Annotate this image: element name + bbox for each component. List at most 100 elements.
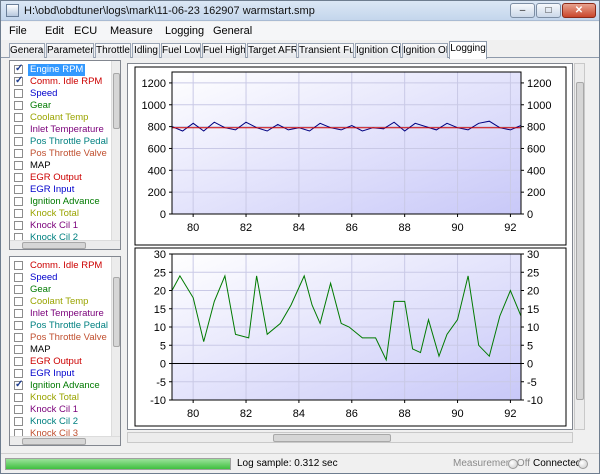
tab-logging[interactable]: Logging (449, 41, 487, 59)
channel-checkbox[interactable] (14, 113, 23, 122)
channel-top-item[interactable]: Engine RPM (12, 63, 110, 76)
channel-list-top[interactable]: Engine RPMComm. Idle RPMSpeedGearCoolant… (9, 60, 121, 250)
channel-checkbox[interactable] (14, 273, 23, 282)
tab-target-afr[interactable]: Target AFR (247, 43, 297, 58)
chart-vscroll-thumb[interactable] (576, 82, 584, 400)
channel-list-top-hscroll[interactable] (10, 240, 120, 249)
channel-bottom-item[interactable]: Comm. Idle RPM (12, 260, 110, 272)
channel-bottom-item[interactable]: Speed (12, 272, 110, 284)
channel-checkbox[interactable] (14, 89, 23, 98)
channel-top-item[interactable]: EGR Output (12, 172, 110, 184)
channel-bottom-item[interactable]: Gear (12, 284, 110, 296)
channel-checkbox[interactable] (14, 297, 23, 306)
channel-bottom-item[interactable]: Pos Throttle Valve (12, 332, 110, 344)
channel-bottom-item[interactable]: Pos Throttle Pedal (12, 320, 110, 332)
channel-label: Pos Throttle Valve (30, 332, 107, 343)
maximize-button[interactable]: □ (536, 3, 561, 18)
channel-list-bottom-vscroll-thumb[interactable] (113, 277, 120, 347)
channel-label: Knock Cil 1 (30, 220, 79, 231)
menu-logging[interactable]: Logging (165, 25, 204, 37)
channel-top-item[interactable]: MAP (12, 160, 110, 172)
channel-checkbox[interactable] (14, 417, 23, 426)
channel-checkbox[interactable] (14, 173, 23, 182)
channel-checkbox[interactable] (14, 75, 23, 87)
channel-top-item[interactable]: Comm. Idle RPM (12, 75, 110, 88)
channel-bottom-item[interactable]: Knock Cil 2 (12, 416, 110, 428)
menu-file[interactable]: File (9, 25, 27, 37)
chart-hscroll[interactable] (127, 432, 573, 443)
tab-ignition-cl[interactable]: Ignition CL (355, 43, 401, 58)
channel-top-item[interactable]: Knock Total (12, 208, 110, 220)
tab-idling[interactable]: Idling (132, 43, 160, 58)
tab-fuel-high[interactable]: Fuel High (202, 43, 246, 58)
minimize-button[interactable]: – (510, 3, 535, 18)
tab-throttle[interactable]: Throttle (95, 43, 131, 58)
channel-checkbox[interactable] (14, 405, 23, 414)
channel-list-bottom-hscroll[interactable] (10, 436, 120, 445)
channel-top-item[interactable]: Pos Throttle Pedal (12, 136, 110, 148)
channel-bottom-item[interactable]: Inlet Temperature (12, 308, 110, 320)
channel-bottom-item[interactable]: Coolant Temp (12, 296, 110, 308)
channel-label: Pos Throttle Valve (30, 148, 107, 159)
channel-checkbox[interactable] (14, 285, 23, 294)
channel-list-bottom[interactable]: Comm. Idle RPM Speed Gear Coolant Temp Inlet… (9, 256, 121, 446)
channel-bottom-item[interactable]: Ignition Advance (12, 379, 110, 392)
tab-fuel-low[interactable]: Fuel Low (161, 43, 201, 58)
channel-checkbox[interactable] (14, 209, 23, 218)
title-bar[interactable]: H:\obd\obdtuner\logs\mark\11-06-23 16290… (1, 1, 599, 21)
menu-edit[interactable]: Edit (45, 25, 64, 37)
channel-top-item[interactable]: Pos Throttle Valve (12, 148, 110, 160)
charts-canvas[interactable]: 0 0200 200400 400600 600800 8001000 10001200 12… (128, 64, 572, 429)
channel-checkbox[interactable] (14, 125, 23, 134)
channel-bottom-item[interactable]: MAP (12, 344, 110, 356)
menu-ecu[interactable]: ECU (74, 25, 97, 37)
channel-list-bottom-hscroll-thumb[interactable] (22, 438, 86, 445)
channel-bottom-item[interactable]: EGR Input (12, 368, 110, 380)
tab-parameters[interactable]: Parameters (46, 43, 94, 58)
channel-checkbox[interactable] (14, 357, 23, 366)
channel-bottom-item[interactable]: Knock Cil 1 (12, 404, 110, 416)
tab-general[interactable]: General (9, 43, 45, 58)
channel-list-top-vscroll[interactable] (111, 61, 120, 240)
channel-bottom-item[interactable]: Knock Total (12, 392, 110, 404)
channel-checkbox[interactable] (14, 149, 23, 158)
menu-general[interactable]: General (213, 25, 252, 37)
channel-top-item[interactable]: Ignition Advance (12, 196, 110, 208)
channel-label: MAP (30, 160, 51, 171)
channel-top-item[interactable]: Knock Cil 1 (12, 220, 110, 232)
channel-checkbox[interactable] (14, 185, 23, 194)
channel-checkbox[interactable] (14, 197, 23, 206)
menu-measure[interactable]: Measure (110, 25, 153, 37)
channel-checkbox[interactable] (14, 333, 23, 342)
tab-transient-fuel[interactable]: Transient Fuel (298, 43, 354, 58)
chart-hscroll-thumb[interactable] (273, 434, 391, 442)
channel-top-item[interactable]: Speed (12, 88, 110, 100)
channel-checkbox[interactable] (14, 379, 23, 391)
close-button[interactable]: ✕ (562, 3, 596, 18)
channel-checkbox[interactable] (14, 101, 23, 110)
channel-checkbox[interactable] (14, 161, 23, 170)
tab-ignition-ol[interactable]: Ignition OL (402, 43, 448, 58)
y-tick-label-left: 1000 (142, 100, 166, 112)
channel-checkbox[interactable] (14, 221, 23, 230)
y-tick-label-right: 0 (527, 209, 533, 221)
channel-checkbox[interactable] (14, 309, 23, 318)
channel-top-item[interactable]: Coolant Temp (12, 112, 110, 124)
channel-top-item[interactable]: Inlet Temperature (12, 124, 110, 136)
channel-label: Inlet Temperature (30, 124, 104, 135)
channel-checkbox[interactable] (14, 63, 23, 75)
chart-vscroll[interactable] (574, 63, 585, 430)
channel-checkbox[interactable] (14, 321, 23, 330)
channel-checkbox[interactable] (14, 261, 23, 270)
channel-list-top-vscroll-thumb[interactable] (113, 73, 120, 129)
log-progress-fill (6, 459, 230, 469)
channel-checkbox[interactable] (14, 369, 23, 378)
channel-top-item[interactable]: Gear (12, 100, 110, 112)
channel-checkbox[interactable] (14, 345, 23, 354)
channel-checkbox[interactable] (14, 137, 23, 146)
channel-list-bottom-vscroll[interactable] (111, 257, 120, 436)
channel-checkbox[interactable] (14, 393, 23, 402)
channel-top-item[interactable]: EGR Input (12, 184, 110, 196)
channel-list-top-hscroll-thumb[interactable] (22, 242, 86, 249)
channel-bottom-item[interactable]: EGR Output (12, 356, 110, 368)
